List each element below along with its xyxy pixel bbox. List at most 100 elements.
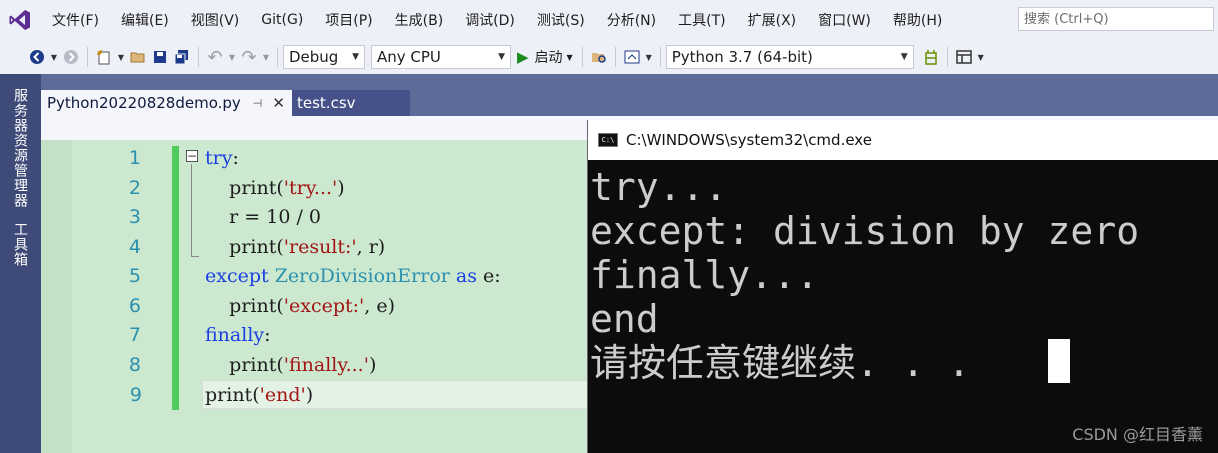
code-line[interactable]: 2 print('try...') <box>41 174 589 203</box>
menu-bar: 文件(F) 编辑(E) 视图(V) Git(G) 项目(P) 生成(B) 调试(… <box>0 0 1218 40</box>
line-number: 8 <box>128 353 141 376</box>
code-token: print( <box>205 294 284 317</box>
console-line: finally... <box>590 253 819 297</box>
code-text: r = 10 / 0 <box>205 203 321 232</box>
tab-python-file[interactable]: Python20220828demo.py ⊣ ✕ <box>41 90 292 116</box>
start-button[interactable]: ▶ 启动 ▼ <box>517 47 573 67</box>
chevron-down-icon[interactable]: ▼ <box>115 46 127 68</box>
close-icon[interactable]: ✕ <box>272 94 285 112</box>
menu-analyze[interactable]: 分析(N) <box>607 10 656 30</box>
code-line[interactable]: 4 print('result:', r) <box>41 233 589 262</box>
code-line[interactable]: 7 finally: <box>41 321 589 350</box>
console-app-icon: C:\ <box>598 133 618 147</box>
code-token: 'finally...' <box>283 353 369 376</box>
tab-test-csv[interactable]: test.csv <box>292 90 410 116</box>
code-token: r = 10 / 0 <box>205 206 321 228</box>
new-project-icon[interactable] <box>93 46 115 68</box>
tab-label: test.csv <box>297 94 356 112</box>
chevron-down-icon: ▼ <box>498 52 505 62</box>
chevron-down-icon[interactable]: ▼ <box>260 46 272 68</box>
chevron-down-icon: ▼ <box>900 52 908 62</box>
toolbar: ▼ ▼ ↶ ▼ ↷ ▼ Debug ▼ Any CPU ▼ ▶ 启动 ▼ ▼ P <box>0 40 1218 74</box>
code-token: 'end' <box>259 384 306 406</box>
side-tab-server-explorer[interactable]: 服务器资源管理器 <box>10 88 30 208</box>
search-input[interactable]: 搜索 (Ctrl+Q) <box>1018 7 1214 31</box>
python-environment-value: Python 3.7 (64-bit) <box>671 48 813 66</box>
tab-label: Python20220828demo.py <box>47 94 241 112</box>
code-editor[interactable]: − 1 try: 2 print('try...') 3 r = 10 / 04 pr… <box>41 140 589 453</box>
tool-window-strip: 服务器资源管理器 工具箱 <box>0 74 41 453</box>
code-token: try <box>205 147 233 169</box>
code-token: 'result:' <box>283 235 357 258</box>
code-token: ) <box>337 176 345 199</box>
code-line[interactable]: 5 except ZeroDivisionError as e: <box>41 262 589 291</box>
code-text: finally: <box>205 321 271 350</box>
code-text: print('try...') <box>205 174 345 203</box>
menu-view[interactable]: 视图(V) <box>191 10 240 30</box>
toolbar-separator <box>277 47 278 67</box>
python-environments-icon[interactable] <box>920 46 942 68</box>
menu-project[interactable]: 项目(P) <box>325 10 372 30</box>
code-line[interactable]: 3 r = 10 / 0 <box>41 203 589 232</box>
code-line[interactable]: 8 print('finally...') <box>41 351 589 380</box>
redo-icon[interactable]: ↷ <box>238 46 260 68</box>
menu-debug[interactable]: 调试(D) <box>465 10 515 30</box>
find-in-files-icon[interactable] <box>588 46 610 68</box>
chevron-down-icon[interactable]: ▼ <box>48 46 60 68</box>
solution-platform-select[interactable]: Any CPU ▼ <box>371 45 511 69</box>
toolbar-separator <box>581 47 583 67</box>
undo-icon[interactable]: ↶ <box>204 46 226 68</box>
code-text: print('finally...') <box>205 351 376 380</box>
menu-help[interactable]: 帮助(H) <box>893 10 942 30</box>
console-title-bar[interactable]: C:\ C:\WINDOWS\system32\cmd.exe <box>588 120 1218 160</box>
chevron-down-icon[interactable]: ▼ <box>975 46 987 68</box>
toolbar-separator <box>946 47 948 67</box>
menu-git[interactable]: Git(G) <box>261 12 303 28</box>
line-number: 3 <box>128 206 141 228</box>
open-folder-icon[interactable] <box>127 46 149 68</box>
code-text: try: <box>205 144 239 173</box>
console-window[interactable]: C:\ C:\WINDOWS\system32\cmd.exe try... e… <box>587 120 1218 453</box>
code-line[interactable]: 9 print('end') <box>130 380 589 409</box>
back-icon[interactable] <box>26 46 48 68</box>
toolbar-separator <box>87 47 88 67</box>
code-line[interactable]: 1 try: <box>41 144 589 173</box>
save-icon[interactable] <box>149 46 171 68</box>
watermark: CSDN @红目香薰 <box>1072 425 1203 444</box>
browser-icon[interactable] <box>621 46 643 68</box>
forward-icon[interactable] <box>60 46 82 68</box>
chevron-down-icon[interactable]: ▼ <box>226 46 238 68</box>
code-token: : <box>232 147 239 169</box>
code-line[interactable]: 6 print('except:', e) <box>41 292 589 321</box>
visual-studio-logo-icon[interactable] <box>0 0 40 40</box>
console-line: 请按任意键继续. . . <box>590 341 994 385</box>
menu-test[interactable]: 测试(S) <box>537 10 585 30</box>
code-token: , r) <box>356 235 386 258</box>
menu-tools[interactable]: 工具(T) <box>678 10 725 30</box>
menu-window[interactable]: 窗口(W) <box>818 10 871 30</box>
python-environment-select[interactable]: Python 3.7 (64-bit) ▼ <box>665 45 914 69</box>
line-number: 1 <box>128 147 141 169</box>
code-token: : <box>264 324 271 346</box>
toolbar-separator <box>198 47 199 67</box>
console-cursor <box>1048 339 1070 383</box>
menu-edit[interactable]: 编辑(E) <box>121 10 169 30</box>
code-token: print( <box>205 353 284 376</box>
code-token: print( <box>205 235 284 258</box>
menu-build[interactable]: 生成(B) <box>395 10 444 30</box>
menu-file[interactable]: 文件(F) <box>52 10 99 30</box>
line-number: 4 <box>128 235 141 258</box>
code-token: , e) <box>364 294 396 317</box>
console-line: try... <box>590 165 728 209</box>
chevron-down-icon[interactable]: ▼ <box>643 46 655 68</box>
side-tab-toolbox[interactable]: 工具箱 <box>10 222 30 267</box>
document-tab-row: Python20220828demo.py ⊣ ✕ test.csv <box>41 74 1218 116</box>
code-token: print( <box>205 384 260 406</box>
play-icon: ▶ <box>517 48 529 66</box>
solution-configuration-select[interactable]: Debug ▼ <box>283 45 365 69</box>
menu-extensions[interactable]: 扩展(X) <box>748 10 797 30</box>
layout-icon[interactable] <box>953 46 975 68</box>
code-text: print('except:', e) <box>205 292 395 321</box>
pin-icon[interactable]: ⊣ <box>253 97 263 110</box>
save-all-icon[interactable] <box>171 46 193 68</box>
